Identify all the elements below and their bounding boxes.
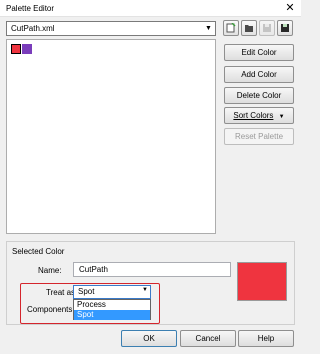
- new-palette-button[interactable]: [223, 20, 239, 36]
- color-swatch-red[interactable]: [11, 44, 21, 54]
- option-spot[interactable]: Spot: [74, 310, 150, 320]
- sort-colors-button[interactable]: Sort Colors ▼: [224, 107, 294, 124]
- treat-as-value: Spot: [78, 287, 95, 296]
- color-name-input[interactable]: CutPath: [73, 262, 231, 277]
- chevron-down-icon: ▼: [205, 25, 212, 32]
- palette-file-value: CutPath.xml: [11, 24, 55, 33]
- reset-palette-button[interactable]: Reset Palette: [224, 128, 294, 145]
- delete-color-button[interactable]: Delete Color: [224, 87, 294, 104]
- close-button[interactable]: ✕: [282, 1, 298, 15]
- color-swatch-purple[interactable]: [22, 44, 32, 54]
- open-folder-icon: [245, 25, 253, 32]
- ok-button[interactable]: OK: [121, 330, 177, 347]
- swatch-panel[interactable]: [6, 39, 216, 234]
- open-palette-button[interactable]: [241, 20, 257, 36]
- edit-color-button[interactable]: Edit Color: [224, 44, 294, 61]
- color-name-value: CutPath: [79, 265, 108, 274]
- color-preview: [237, 262, 287, 301]
- palette-file-select[interactable]: CutPath.xml ▼: [6, 21, 216, 36]
- chevron-down-icon: ▼: [142, 287, 148, 293]
- treat-as-dropdown: Process Spot: [73, 299, 151, 320]
- add-color-button[interactable]: Add Color: [224, 66, 294, 83]
- group-label: Selected Color: [12, 247, 65, 256]
- save-as-icon: [281, 24, 289, 32]
- new-palette-icon: [226, 23, 236, 33]
- sort-colors-label: Sort Colors: [233, 111, 274, 120]
- save-palette-button[interactable]: [259, 20, 275, 36]
- components-label: Components:: [27, 305, 75, 314]
- save-as-palette-button[interactable]: [277, 20, 293, 36]
- save-icon: [263, 24, 271, 32]
- option-process[interactable]: Process: [74, 300, 150, 310]
- help-button[interactable]: Help: [238, 330, 294, 347]
- chevron-down-icon: ▼: [278, 114, 285, 120]
- treat-as-select[interactable]: Spot ▼: [73, 285, 151, 299]
- window-title: Palette Editor: [6, 4, 55, 13]
- name-label: Name:: [38, 266, 62, 275]
- cancel-button[interactable]: Cancel: [180, 330, 236, 347]
